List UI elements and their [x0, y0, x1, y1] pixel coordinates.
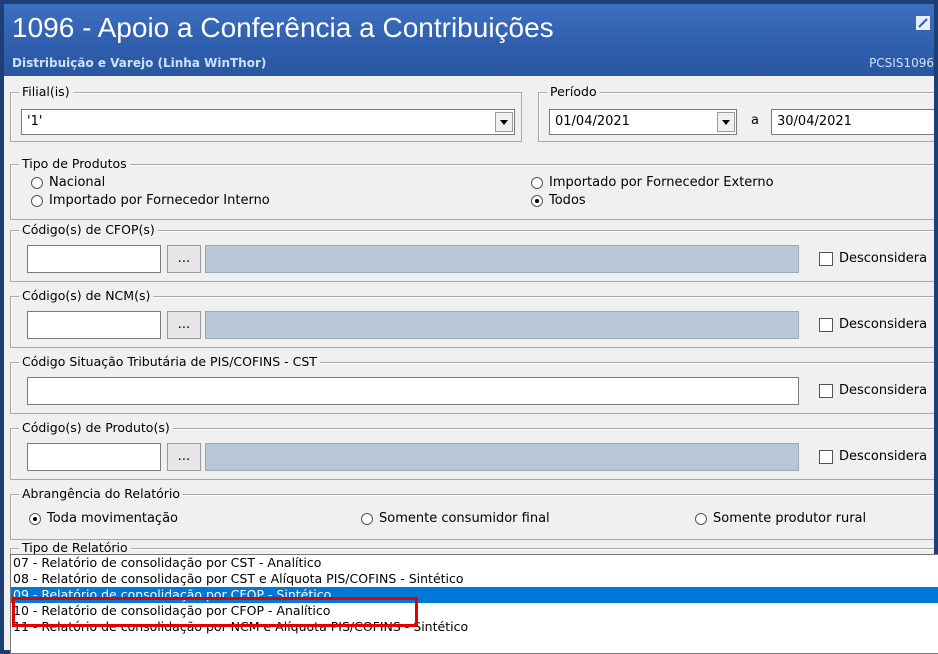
produto-browse-button[interactable]: ...: [167, 443, 201, 471]
radio-toda-movimentacao-label: Toda movimentação: [47, 511, 178, 526]
ncm-browse-button[interactable]: ...: [167, 311, 201, 339]
cfop-description-field: [205, 245, 799, 273]
cst-input[interactable]: [27, 377, 799, 405]
produto-legend: Código(s) de Produto(s): [19, 420, 173, 436]
list-item[interactable]: 07 - Relatório de consolidação por CST -…: [11, 555, 938, 571]
ncm-disregard-label: Desconsidera: [839, 317, 928, 332]
produto-disregard-label: Desconsidera: [839, 449, 928, 464]
checkbox-box: [819, 317, 833, 332]
radio-consumidor-final[interactable]: Somente consumidor final: [361, 511, 550, 527]
abrangencia-group: Abrangência do Relatório Toda movimentaç…: [10, 486, 934, 540]
radio-importado-externo[interactable]: Importado por Fornecedor Externo: [531, 175, 774, 191]
produto-group: Código(s) de Produto(s) ... Desconsidera: [10, 420, 934, 480]
report-type-list[interactable]: 07 - Relatório de consolidação por CST -…: [10, 554, 938, 654]
cst-group: Código Situação Tributária de PIS/COFINS…: [10, 354, 934, 414]
list-item[interactable]: 08 - Relatório de consolidação por CST e…: [11, 571, 938, 587]
radio-importado-interno-label: Importado por Fornecedor Interno: [49, 193, 270, 208]
window-header: 1096 - Apoio a Conferência a Contribuiçõ…: [4, 4, 934, 76]
periodo-start-dropdown[interactable]: [717, 112, 735, 132]
produto-description-field: [205, 443, 799, 471]
periodo-legend: Período: [547, 84, 600, 100]
radio-circle: [31, 177, 43, 189]
ncm-group: Código(s) de NCM(s) ... Desconsidera: [10, 288, 934, 348]
checkbox-box: [819, 251, 833, 266]
radio-importado-interno[interactable]: Importado por Fornecedor Interno: [31, 193, 270, 209]
list-item[interactable]: 11 - Relatório de consolidação por NCM e…: [11, 619, 938, 635]
radio-produtor-rural-label: Somente produtor rural: [713, 511, 867, 526]
routine-code: PCSIS1096: [869, 56, 934, 70]
radio-circle: [695, 513, 707, 525]
window-subtitle: Distribuição e Varejo (Linha WinThor): [12, 56, 267, 70]
ncm-input[interactable]: [27, 311, 161, 339]
abrangencia-legend: Abrangência do Relatório: [19, 486, 184, 502]
filial-group: Filial(is) '1': [10, 84, 522, 142]
filial-input[interactable]: '1': [21, 109, 515, 135]
periodo-separator: a: [751, 113, 759, 128]
radio-todos-label: Todos: [549, 193, 586, 208]
checkbox-box: [819, 449, 833, 464]
periodo-group: Período 01/04/2021 a 30/04/2021: [538, 84, 934, 142]
cfop-group: Código(s) de CFOP(s) ... Desconsidera: [10, 222, 934, 282]
radio-importado-externo-label: Importado por Fornecedor Externo: [549, 175, 774, 190]
window-title: 1096 - Apoio a Conferência a Contribuiçõ…: [12, 12, 554, 43]
radio-produtor-rural[interactable]: Somente produtor rural: [695, 511, 866, 527]
resize-icon[interactable]: [916, 16, 930, 30]
ncm-legend: Código(s) de NCM(s): [19, 288, 154, 304]
radio-toda-movimentacao[interactable]: Toda movimentação: [29, 511, 178, 527]
cfop-disregard-checkbox[interactable]: Desconsidera: [819, 251, 927, 266]
periodo-start-input[interactable]: 01/04/2021: [549, 109, 737, 135]
radio-consumidor-final-label: Somente consumidor final: [379, 511, 550, 526]
cfop-browse-button[interactable]: ...: [167, 245, 201, 273]
ncm-description-field: [205, 311, 799, 339]
radio-circle-selected: [29, 513, 41, 525]
list-item-selected[interactable]: 09 - Relatório de consolidação por CFOP …: [11, 587, 938, 603]
radio-circle: [361, 513, 373, 525]
radio-circle: [531, 177, 543, 189]
cst-disregard-checkbox[interactable]: Desconsidera: [819, 383, 927, 398]
checkbox-box: [819, 383, 833, 398]
cst-disregard-label: Desconsidera: [839, 383, 928, 398]
radio-circle: [31, 195, 43, 207]
produto-input[interactable]: [27, 443, 161, 471]
cfop-legend: Código(s) de CFOP(s): [19, 222, 158, 238]
tipo-produtos-group: Tipo de Produtos Nacional Importado por …: [10, 156, 934, 220]
filial-dropdown-button[interactable]: [495, 112, 513, 132]
chevron-down-icon: [722, 119, 730, 125]
cfop-input[interactable]: [27, 245, 161, 273]
radio-todos[interactable]: Todos: [531, 193, 586, 209]
ncm-disregard-checkbox[interactable]: Desconsidera: [819, 317, 927, 332]
produto-disregard-checkbox[interactable]: Desconsidera: [819, 449, 927, 464]
list-item[interactable]: 10 - Relatório de consolidação por CFOP …: [11, 603, 938, 619]
radio-circle-selected: [531, 195, 543, 207]
chevron-down-icon: [500, 119, 508, 125]
radio-nacional-label: Nacional: [49, 175, 106, 190]
radio-nacional[interactable]: Nacional: [31, 175, 105, 191]
cfop-disregard-label: Desconsidera: [839, 251, 928, 266]
tipo-produtos-legend: Tipo de Produtos: [19, 156, 130, 172]
cst-legend: Código Situação Tributária de PIS/COFINS…: [19, 354, 320, 370]
filial-legend: Filial(is): [19, 84, 73, 100]
periodo-end-input[interactable]: 30/04/2021: [771, 109, 934, 135]
